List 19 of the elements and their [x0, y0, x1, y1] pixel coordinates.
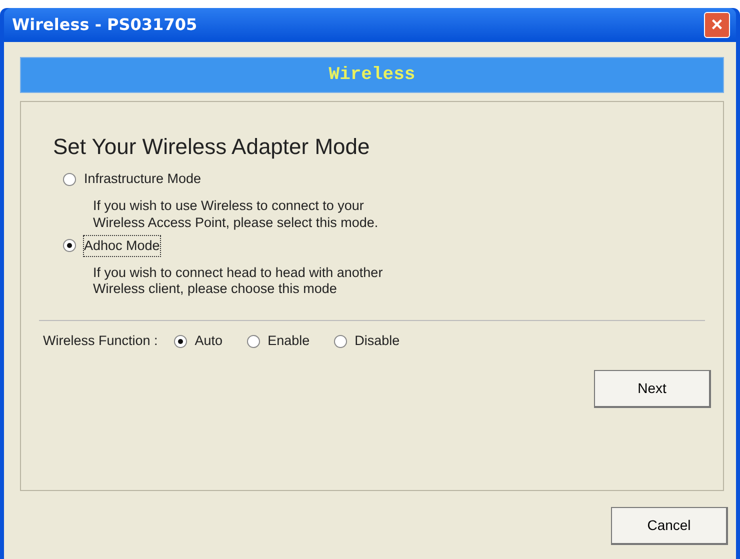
mode-label[interactable]: Infrastructure Mode [84, 169, 202, 190]
function-label: Wireless Function : [43, 332, 158, 350]
mode-description: If you wish to use Wireless to connect to your Wireless Access Point, please select this mode. [93, 198, 380, 232]
next-button[interactable]: Next [594, 370, 711, 408]
close-button[interactable]: × [704, 12, 730, 38]
mode-description: If you wish to connect head to head with another Wireless client, please choose this mode [93, 264, 384, 298]
cancel-button[interactable]: Cancel [611, 507, 728, 545]
radio-button[interactable] [63, 239, 76, 252]
option-label[interactable]: Enable [268, 331, 310, 352]
mode-label[interactable]: Adhoc Mode [84, 236, 160, 256]
window-title: Wireless - PS031705 [12, 14, 198, 36]
banner-title: Wireless [328, 64, 416, 86]
radio-button[interactable] [246, 334, 260, 348]
radio-button[interactable] [63, 172, 76, 186]
radio-button[interactable] [174, 334, 187, 348]
option-label[interactable]: Disable [354, 331, 400, 352]
radio-button[interactable] [334, 334, 347, 348]
section-heading: Set Your Wireless Adapter Mode [53, 133, 371, 161]
option-label[interactable]: Auto [194, 331, 223, 352]
